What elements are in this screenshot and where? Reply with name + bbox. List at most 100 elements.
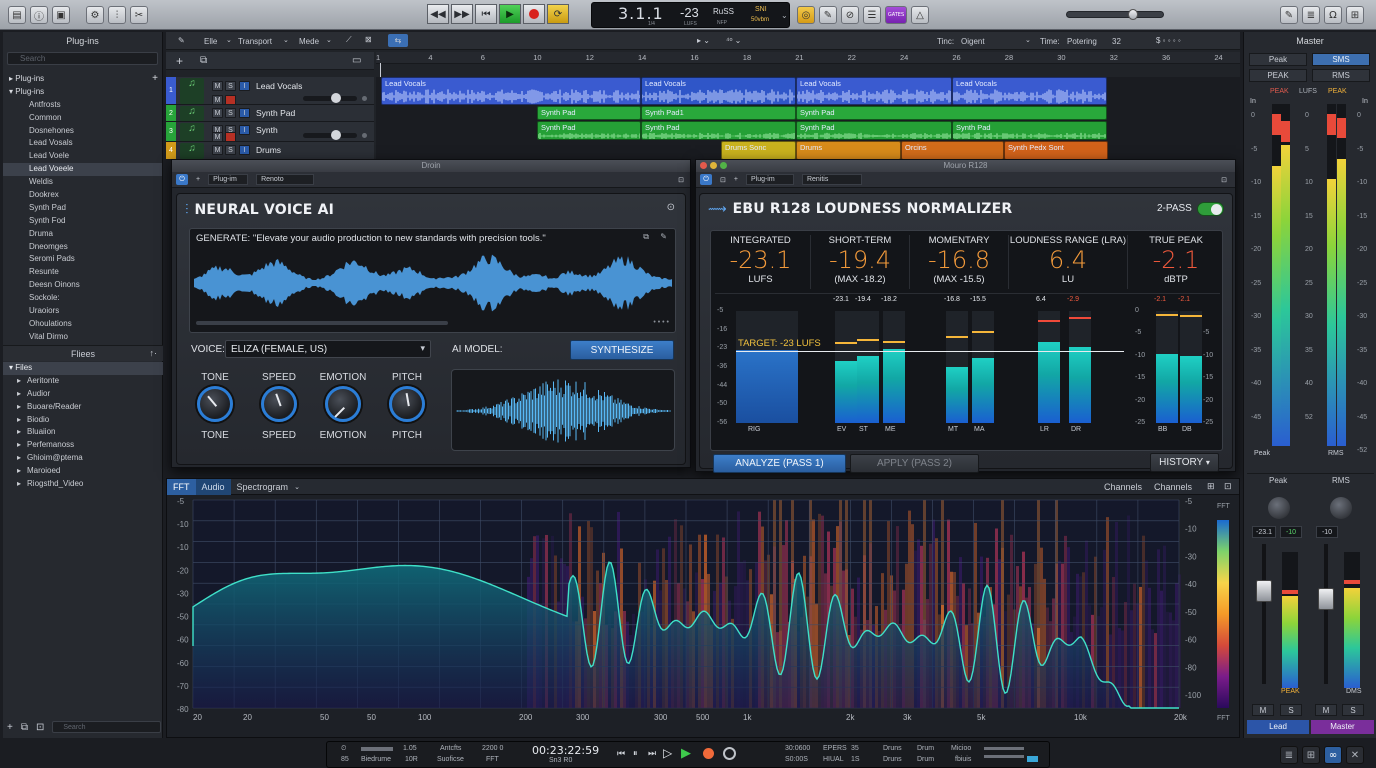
tuner-icon[interactable]: ⊘ [841,6,859,24]
mute-button[interactable]: M [212,108,223,118]
tree-item[interactable]: Dosnehones [3,125,162,138]
region[interactable]: Synth Pedx Sont [1004,141,1108,160]
analyze-button[interactable]: ANALYZE (PASS 1) [713,454,846,473]
catch-icon[interactable]: ⇆ [388,34,408,47]
fader-cap[interactable] [1318,588,1334,610]
zoom-icon[interactable] [720,162,727,169]
files-root[interactable]: ▾ Files [3,362,163,375]
track-name[interactable]: Lead Vocals [256,81,302,91]
play-icon[interactable]: ▶ [499,4,521,24]
tree-item[interactable]: Seromi Pads [3,253,162,266]
tree-item[interactable]: Deesn Oinons [3,279,162,292]
track-name[interactable]: Drums [256,145,281,155]
play-icon[interactable]: ▶ [681,745,691,761]
mute-button[interactable]: M [212,145,223,155]
metronome-icon[interactable]: △ [911,6,929,24]
snap-icon[interactable]: ⊠ [365,35,372,44]
copy-icon[interactable]: ⧉ [643,232,649,242]
plugin-select[interactable]: Plug-im [745,174,794,185]
to-start-icon[interactable]: ⏮ [475,4,497,24]
tree-item[interactable]: Antfrosts [3,99,162,112]
tree-item[interactable]: Lead Voele [3,150,162,163]
prompt-waveform-box[interactable]: GENERATE: "Elevate your audio production… [189,228,676,333]
tree-item[interactable]: Synth Pad [3,202,162,215]
input-button[interactable]: I [239,145,250,155]
two-pass-toggle[interactable] [1197,202,1224,216]
rms-button[interactable]: RMS [1312,69,1370,82]
input-button[interactable]: I [239,108,250,118]
master-channel-name[interactable]: Master [1311,720,1374,734]
track-header[interactable]: 4 ♫ M S I Drums [166,142,374,160]
file-item[interactable]: ▸ Aeritonte [3,375,163,388]
tree-item[interactable]: Sockole: [3,292,162,305]
scissors-icon[interactable]: ✂ [130,6,148,24]
fader-cap[interactable] [1256,580,1272,602]
list-icon[interactable]: ≣ [1302,6,1320,24]
region[interactable]: Orcins [901,141,1004,160]
notes-icon[interactable]: ✎ [1280,6,1298,24]
pin-icon[interactable]: ✎ [660,232,667,241]
region[interactable]: Synth Pad [952,121,1107,140]
import-icon[interactable]: ⧉ [21,722,28,733]
preset-select[interactable]: Renoto [256,174,315,185]
region[interactable]: Synth Pad1 [641,106,796,120]
history-button[interactable]: HISTORY ▾ [1150,453,1219,472]
link-icon[interactable]: ⊡ [720,176,726,184]
add-track-icon[interactable]: + [176,54,183,68]
spectrum-plot[interactable]: FFT FFT -5 -10 -10 -20 -30 -50 -60 -60 -70 -80 -5 -10… [167,496,1239,738]
lcd-dropdown-icon[interactable]: ⌄ [781,11,788,20]
record-arm-button[interactable] [225,95,236,105]
solo-button[interactable]: M [212,95,223,105]
region[interactable]: Synth Pad [796,121,952,140]
sidebar-search-input[interactable]: Search [7,52,158,65]
link-icon[interactable]: ⊡ [678,176,684,184]
grid-icon[interactable]: ⊡ [36,722,44,733]
settings-icon[interactable]: ⊙ [667,202,675,213]
browser-icon[interactable]: ⊞ [1346,6,1364,24]
to-end-icon[interactable]: ⏭ [648,748,656,759]
editor-icon[interactable]: ▣ [52,6,70,24]
peak-button[interactable]: Peak [1249,53,1307,66]
info-icon[interactable]: ⓘ [30,6,48,24]
list-icon[interactable]: ≣ [1280,746,1298,764]
channels-menu-2[interactable]: Channels [1154,482,1192,492]
lcd-display[interactable]: 3.1.1 1/4 -23 LUFS RuSS NFP SNI 50vbm ⌄ [591,2,790,28]
mixer-icon[interactable]: ⫶ [108,6,126,24]
compare-icon[interactable]: ⊡ [1221,176,1227,184]
region[interactable]: Synth Pad [796,106,1107,120]
record-icon[interactable] [523,4,545,24]
file-item[interactable]: ▸ Maroioed [3,465,163,478]
region[interactable]: Drums Sonc [721,141,796,160]
track-volume-slider[interactable] [303,130,357,140]
file-item[interactable]: ▸ Riogsthd_Video [3,478,163,491]
apply-button[interactable]: APPLY (PASS 2) [850,454,979,473]
solo-button[interactable]: S [225,145,236,155]
region[interactable]: Synth Pad [537,106,641,120]
preset-select[interactable]: Renitis [801,174,862,185]
track-name[interactable]: Synth [256,125,278,135]
rewind-icon[interactable]: ◀◀ [427,4,449,24]
file-item[interactable]: ▸ Biodio [3,414,163,427]
library-icon[interactable]: ▤ [8,6,26,24]
record-icon[interactable] [703,748,714,759]
dollar-icon[interactable]: $ ◦ ◦ ◦ ◦ [1156,36,1181,45]
timeline-ruler[interactable]: 1 4 6 10 12 14 16 18 21 22 24 26 28 30 32 36 24 [376,52,1240,64]
scrollbar[interactable] [196,321,448,325]
tree-root-plugins-2[interactable]: ▾ Plug-ins [3,86,162,99]
zoom-icon[interactable]: ⁴ᵒ ⌄ [726,36,741,45]
files-menu-icon[interactable]: ↑· [150,348,158,358]
solo-button[interactable]: S [225,108,236,118]
power-icon[interactable]: ⏻ [700,174,712,185]
tab-audio[interactable]: Audio [195,478,231,495]
voice-select[interactable]: ELIZA (FEMALE, US) ▾ [225,340,431,358]
track-header[interactable]: 3 ♫ M S I Synth M [166,122,374,142]
tree-item[interactable]: Dookrex [3,189,162,202]
file-item[interactable]: ▸ Audior [3,388,163,401]
wand-icon[interactable]: ✕ [1346,746,1364,764]
sms-button[interactable]: SMS [1312,53,1370,66]
time2-value[interactable]: Potering [1067,37,1097,46]
add-icon[interactable]: + [7,722,13,733]
loop-icon[interactable] [723,747,736,760]
knob-tone[interactable] [197,386,233,422]
footer-search-input[interactable]: Search [52,721,161,733]
